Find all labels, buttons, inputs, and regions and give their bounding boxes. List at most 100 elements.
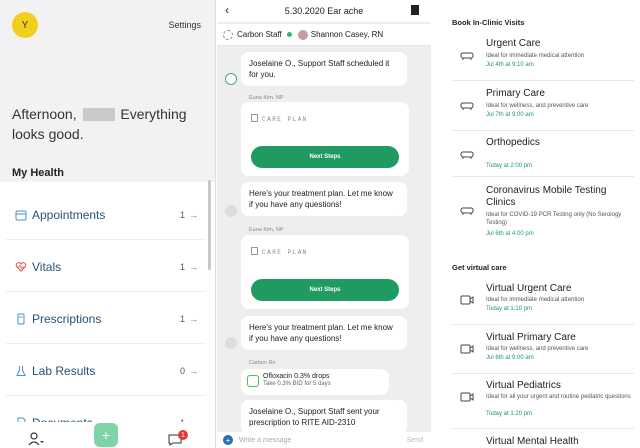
message-input[interactable]: Write a message xyxy=(239,437,291,444)
section-heading: Get virtual care xyxy=(452,263,507,272)
visit-time: Today at 1:20 pm xyxy=(486,411,533,417)
care-plan-text: CARE PLAN xyxy=(262,249,308,256)
avatar[interactable]: Y xyxy=(12,12,38,38)
visit-option-virtual-primary-care[interactable]: Virtual Primary Care Ideal for wellness,… xyxy=(452,332,632,376)
video-camera-icon xyxy=(460,295,474,305)
nurse-avatar xyxy=(225,337,237,349)
care-plan-icon xyxy=(251,114,258,122)
prescription-instructions: Take 0.3% BID for 5 days xyxy=(263,381,331,387)
send-button[interactable]: Send xyxy=(407,437,423,444)
greeting-text: Afternoon, Everything looks good. xyxy=(12,104,208,144)
couch-icon xyxy=(460,102,474,110)
health-item-label: Lab Results xyxy=(32,363,96,378)
chat-message: Here's your treatment plan. Let me know … xyxy=(241,316,407,350)
visit-name: Virtual Urgent Care xyxy=(486,283,572,294)
visit-time: Today at 2:00 pm xyxy=(486,163,533,169)
visit-time: Jul 6th at 9:00 am xyxy=(486,355,534,361)
chat-badge: 1 xyxy=(178,430,188,440)
pill-icon xyxy=(247,375,259,387)
participant-name: Carbon Staff xyxy=(237,30,282,39)
health-item-label: Prescriptions xyxy=(32,311,102,326)
divider xyxy=(452,80,634,81)
care-plan-card[interactable]: CARE PLAN Next Steps xyxy=(241,102,409,176)
chat-title: 5.30.2020 Ear ache xyxy=(284,6,364,16)
care-options-pane: Book In-Clinic Visits Urgent Care Ideal … xyxy=(432,0,640,448)
greeting-prefix: Afternoon, xyxy=(12,106,77,122)
health-item-count: 0 xyxy=(179,365,185,376)
next-steps-button[interactable]: Next Steps xyxy=(251,146,399,168)
care-plan-card[interactable]: CARE PLAN Next Steps xyxy=(241,235,409,309)
visit-description: Ideal for wellness, and preventive care xyxy=(486,103,589,109)
person-heart-icon[interactable] xyxy=(28,432,44,446)
health-item-prescriptions[interactable]: Prescriptions 1 → xyxy=(6,294,206,344)
chat-message: Joselaine O., Support Staff scheduled it… xyxy=(241,52,407,86)
visit-option-virtual-pediatrics[interactable]: Virtual Pediatrics Ideal for all your ur… xyxy=(452,380,632,426)
visit-option-primary-care[interactable]: Primary Care Ideal for wellness, and pre… xyxy=(452,88,632,132)
settings-link[interactable]: Settings xyxy=(168,20,201,30)
next-steps-button[interactable]: Next Steps xyxy=(251,279,399,301)
care-plan-text: CARE PLAN xyxy=(262,116,308,123)
visit-time: Jul 6th at 4:00 pm xyxy=(486,231,534,237)
divider xyxy=(452,130,634,131)
arrow-right-icon: → xyxy=(189,365,198,376)
scrollbar[interactable] xyxy=(208,180,211,270)
visit-name: Virtual Primary Care xyxy=(486,332,576,343)
health-item-appointments[interactable]: Appointments 1 → xyxy=(6,190,206,240)
section-heading: Book In-Clinic Visits xyxy=(452,18,525,27)
attach-plus-icon[interactable]: + xyxy=(223,435,233,445)
nurse-avatar xyxy=(225,205,237,217)
health-item-count: 1 xyxy=(179,209,185,220)
couch-icon xyxy=(460,207,474,215)
participant-avatar xyxy=(297,29,308,40)
visit-description: Ideal for all your urgent and routine pe… xyxy=(486,394,631,400)
visit-description: Ideal for immediate medical attention xyxy=(486,297,585,303)
bot-avatar xyxy=(225,73,237,85)
visit-name: Primary Care xyxy=(486,88,545,99)
participants-bar: Carbon Staff Shannon Casey, RN xyxy=(217,24,431,46)
care-plan-label: CARE PLAN xyxy=(251,247,308,256)
staff-icon xyxy=(223,29,233,40)
chat-pane: ‹ 5.30.2020 Ear ache Carbon Staff Shanno… xyxy=(217,0,431,448)
redacted-name xyxy=(82,108,115,121)
visit-description: Ideal for COVID-19 PCR Testing only (No … xyxy=(486,212,622,226)
prescription-icon xyxy=(14,312,28,326)
visit-option-covid-testing[interactable]: Coronavirus Mobile Testing Clinics Ideal… xyxy=(452,185,632,245)
visit-description: Ideal for immediate medical attention xyxy=(486,53,585,59)
divider xyxy=(452,373,634,374)
visit-time: Jul 7th at 9:00 am xyxy=(486,112,534,118)
health-item-label: Vitals xyxy=(32,259,62,274)
health-item-label: Appointments xyxy=(32,207,106,222)
health-item-count: 1 xyxy=(179,261,185,272)
section-title: My Health xyxy=(12,167,64,179)
visit-time: Today at 1:10 pm xyxy=(486,306,533,312)
couch-icon xyxy=(460,151,474,159)
add-button[interactable]: + xyxy=(94,423,118,447)
divider xyxy=(452,176,634,177)
message-composer[interactable]: + Write a message Send xyxy=(217,432,431,448)
visit-option-orthopedics[interactable]: Orthopedics Today at 2:00 pm xyxy=(452,137,632,177)
health-item-lab-results[interactable]: Lab Results 0 → xyxy=(6,346,206,396)
visit-name: Coronavirus Mobile Testing Clinics xyxy=(486,185,607,208)
visit-name: Virtual Pediatrics xyxy=(486,380,561,391)
prescription-card[interactable]: Ofloxacin 0.3% drops Take 0.3% BID for 5… xyxy=(241,369,389,395)
document-icon[interactable] xyxy=(411,5,419,15)
visit-name: Urgent Care xyxy=(486,38,541,49)
visit-time: Jul 4th at 9:10 am xyxy=(486,62,534,68)
video-camera-icon xyxy=(460,344,474,354)
flask-icon xyxy=(14,364,28,378)
home-pane: Y Settings Afternoon, Everything looks g… xyxy=(0,0,216,448)
visit-option-virtual-urgent-care[interactable]: Virtual Urgent Care Ideal for immediate … xyxy=(452,283,632,327)
divider xyxy=(452,324,634,325)
visit-option-virtual-mental-health[interactable]: Virtual Mental Health xyxy=(452,436,632,448)
message-sender: Carbon Rx xyxy=(249,360,276,366)
video-camera-icon xyxy=(460,392,474,402)
heartbeat-icon xyxy=(14,260,28,274)
chat-message: Joselaine O., Support Staff sent your pr… xyxy=(241,400,407,434)
health-item-vitals[interactable]: Vitals 1 → xyxy=(6,242,206,292)
visit-description: Ideal for wellness, and preventive care xyxy=(486,346,589,352)
participant-name: Shannon Casey, RN xyxy=(310,30,384,39)
visit-option-urgent-care[interactable]: Urgent Care Ideal for immediate medical … xyxy=(452,38,632,82)
chat-message: Here's your treatment plan. Let me know … xyxy=(241,182,407,216)
care-plan-label: CARE PLAN xyxy=(251,114,308,123)
health-list: Appointments 1 → Vitals 1 → Prescription… xyxy=(6,190,206,448)
